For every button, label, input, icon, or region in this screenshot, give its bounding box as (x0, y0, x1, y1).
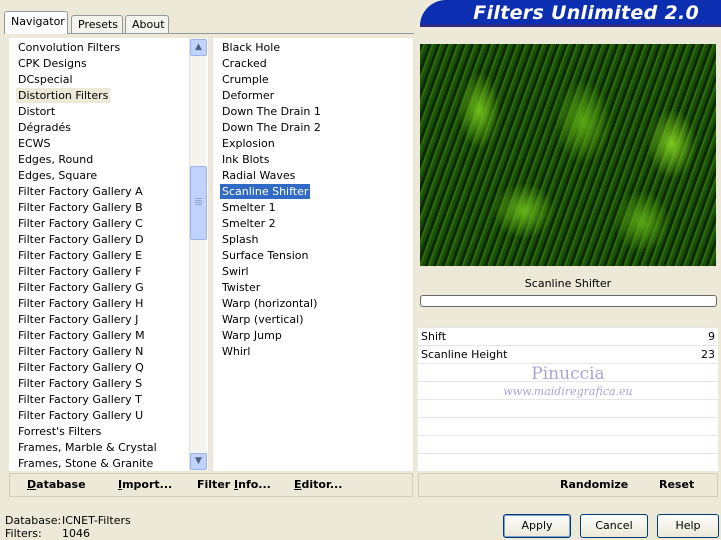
category-item[interactable]: Filter Factory Gallery S (16, 376, 144, 391)
category-scrollbar[interactable]: ▲ ▼ (189, 38, 207, 471)
app-banner: Filters Unlimited 2.0 (420, 0, 721, 27)
help-button[interactable]: Help (657, 514, 719, 538)
progress-bar (420, 295, 717, 307)
watermark-url: www.maidiregrafica.eu (503, 385, 633, 398)
watermark-name: Pinuccia (531, 364, 605, 384)
category-item[interactable]: ECWS (16, 136, 53, 151)
filter-item[interactable]: Smelter 2 (220, 216, 278, 231)
category-item[interactable]: Filter Factory Gallery J (16, 312, 140, 327)
category-item[interactable]: Dégradés (16, 120, 73, 135)
filter-item[interactable]: Deformer (220, 88, 276, 103)
category-item[interactable]: CPK Designs (16, 56, 89, 71)
filter-item[interactable]: Ink Blots (220, 152, 271, 167)
param-row-shift[interactable]: Shift 9 (418, 327, 718, 345)
param-value: 23 (701, 348, 715, 361)
category-item[interactable]: Filter Factory Gallery Q (16, 360, 146, 375)
tab-about[interactable]: About (125, 15, 169, 34)
filter-item[interactable]: Warp (horizontal) (220, 296, 319, 311)
grip-icon (195, 198, 202, 206)
param-row-scanline-height[interactable]: Scanline Height 23 (418, 345, 718, 363)
chevron-up-icon: ▲ (195, 42, 202, 52)
filter-item[interactable]: Warp Jump (220, 328, 284, 343)
editor-button[interactable]: Editor... (294, 478, 342, 491)
category-item[interactable]: Filter Factory Gallery U (16, 408, 145, 423)
filter-item[interactable]: Twister (220, 280, 262, 295)
filter-item[interactable]: Surface Tension (220, 248, 310, 263)
filter-item[interactable]: Warp (vertical) (220, 312, 306, 327)
filter-list[interactable]: Black Hole Cracked Crumple Deformer Down The… (213, 38, 413, 471)
category-item[interactable]: Filter Factory Gallery M (16, 328, 147, 343)
category-item[interactable]: Filter Factory Gallery N (16, 344, 145, 359)
category-item[interactable]: Frames, Marble & Crystal (16, 440, 159, 455)
scroll-up-button[interactable]: ▲ (190, 39, 207, 56)
filters-count-value: 1046 (62, 527, 90, 540)
filter-item[interactable]: Splash (220, 232, 260, 247)
category-item[interactable]: Filter Factory Gallery E (16, 248, 144, 263)
category-item[interactable]: Edges, Square (16, 168, 99, 183)
tab-presets[interactable]: Presets (71, 15, 123, 34)
filter-item[interactable]: Down The Drain 1 (220, 104, 323, 119)
param-value: 9 (708, 330, 715, 343)
filter-item[interactable]: Radial Waves (220, 168, 297, 183)
scroll-thumb[interactable] (190, 166, 207, 240)
filter-item[interactable]: Whirl (220, 344, 252, 359)
category-item[interactable]: Filter Factory Gallery T (16, 392, 144, 407)
param-row-empty (418, 435, 718, 453)
category-item[interactable]: Filter Factory Gallery F (16, 264, 143, 279)
category-item[interactable]: Filter Factory Gallery A (16, 184, 145, 199)
filter-item[interactable]: Black Hole (220, 40, 282, 55)
scroll-down-button[interactable]: ▼ (190, 453, 207, 470)
param-row-empty (418, 453, 718, 471)
category-item[interactable]: Distortion Filters (16, 88, 111, 103)
cancel-button[interactable]: Cancel (580, 514, 648, 538)
param-label: Shift (421, 330, 447, 343)
category-item[interactable]: Forrest's Filters (16, 424, 103, 439)
category-item[interactable]: Filter Factory Gallery D (16, 232, 146, 247)
category-item[interactable]: DCspecial (16, 72, 75, 87)
filter-item[interactable]: Swirl (220, 264, 251, 279)
tab-navigator[interactable]: Navigator (4, 11, 68, 34)
database-value: ICNET-Filters (62, 514, 131, 527)
param-label: Scanline Height (421, 348, 508, 361)
category-item[interactable]: Filter Factory Gallery C (16, 216, 145, 231)
parameter-panel: Shift 9 Scanline Height 23 Pinuccia www.… (418, 327, 718, 471)
chevron-down-icon: ▼ (195, 456, 202, 466)
preview-image (420, 44, 716, 266)
category-item[interactable]: Filter Factory Gallery G (16, 280, 146, 295)
category-item[interactable]: Filter Factory Gallery H (16, 296, 145, 311)
filters-count-label: Filters: (5, 527, 42, 540)
filter-item[interactable]: Down The Drain 2 (220, 120, 323, 135)
category-item[interactable]: Convolution Filters (16, 40, 122, 55)
filter-name-label: Scanline Shifter (420, 271, 716, 297)
filter-item[interactable]: Smelter 1 (220, 200, 278, 215)
filter-item[interactable]: Cracked (220, 56, 269, 71)
category-list[interactable]: Convolution Filters CPK Designs DCspecial D… (9, 38, 208, 471)
param-row-empty (418, 399, 718, 417)
app-title: Filters Unlimited 2.0 (473, 2, 699, 24)
category-item[interactable]: Filter Factory Gallery B (16, 200, 145, 215)
filter-item[interactable]: Crumple (220, 72, 271, 87)
database-label: Database: (5, 514, 62, 527)
status-area: Database:ICNET-Filters Filters: 1046 (5, 514, 131, 540)
category-item[interactable]: Edges, Round (16, 152, 95, 167)
param-row-empty (418, 417, 718, 435)
database-button[interactable]: Database (27, 478, 86, 491)
filter-info-button[interactable]: Filter Info... (197, 478, 271, 491)
reset-button[interactable]: Reset (659, 478, 694, 491)
import-button[interactable]: Import... (118, 478, 172, 491)
category-item[interactable]: Distort (16, 104, 57, 119)
preview-toolbar: Randomize Reset (418, 473, 718, 497)
list-toolbar: Database Import... Filter Info... Editor… (9, 473, 413, 497)
filter-item[interactable]: Scanline Shifter (220, 184, 311, 199)
category-item[interactable]: Frames, Stone & Granite (16, 456, 155, 471)
randomize-button[interactable]: Randomize (560, 478, 628, 491)
apply-button[interactable]: Apply (503, 514, 571, 538)
filter-item[interactable]: Explosion (220, 136, 277, 151)
